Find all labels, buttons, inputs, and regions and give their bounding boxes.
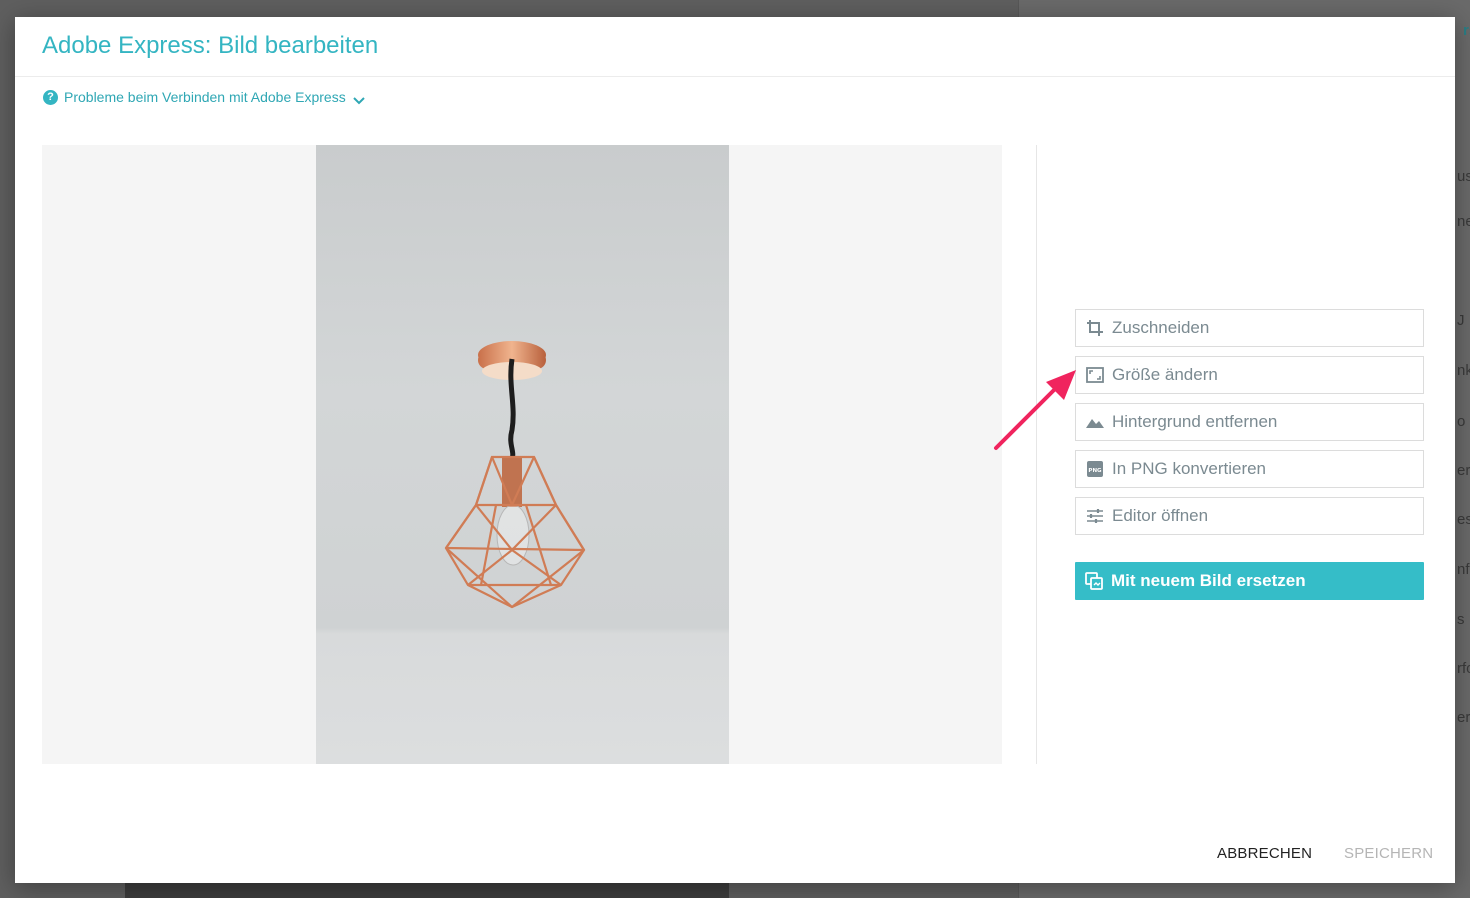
connection-help-link[interactable]: ? Probleme beim Verbinden mit Adobe Expr… bbox=[43, 89, 365, 105]
replace-image-icon bbox=[1084, 571, 1104, 591]
chevron-down-icon bbox=[353, 92, 365, 105]
bg-text-fragment: nk bbox=[1457, 362, 1470, 379]
open-editor-button[interactable]: Editor öffnen bbox=[1075, 497, 1424, 535]
dialog-header: Adobe Express: Bild bearbeiten bbox=[15, 17, 1455, 77]
bg-text-fragment: rfo bbox=[1457, 660, 1470, 677]
png-icon: PNG bbox=[1085, 459, 1105, 479]
background-panel bbox=[125, 883, 729, 898]
bg-text-fragment: o bbox=[1457, 413, 1466, 430]
replace-image-label: Mit neuem Bild ersetzen bbox=[1111, 571, 1306, 590]
image-preview bbox=[42, 145, 1002, 764]
open-editor-label: Editor öffnen bbox=[1112, 506, 1209, 525]
bg-text-fragment: es bbox=[1457, 511, 1470, 528]
dialog-title: Adobe Express: Bild bearbeiten bbox=[42, 32, 379, 59]
crop-label: Zuschneiden bbox=[1112, 318, 1210, 337]
convert-png-label: In PNG konvertieren bbox=[1112, 459, 1267, 478]
bg-text-fragment: us bbox=[1457, 168, 1470, 185]
cancel-button[interactable]: ABBRECHEN bbox=[1217, 845, 1312, 862]
question-icon: ? bbox=[43, 89, 58, 105]
remove-background-button[interactable]: Hintergrund entfernen bbox=[1075, 403, 1424, 441]
mountain-icon bbox=[1085, 412, 1105, 432]
crop-icon bbox=[1085, 318, 1105, 338]
remove-background-label: Hintergrund entfernen bbox=[1112, 412, 1278, 431]
save-button[interactable]: SPEICHERN bbox=[1344, 845, 1433, 862]
panel-divider bbox=[1036, 145, 1037, 764]
resize-icon bbox=[1085, 365, 1105, 385]
resize-label: Größe ändern bbox=[1112, 365, 1218, 384]
bg-text-fragment: J bbox=[1457, 312, 1465, 329]
svg-text:PNG: PNG bbox=[1088, 468, 1102, 474]
bg-text-fragment: rsi bbox=[1463, 22, 1470, 39]
pendant-lamp-illustration bbox=[444, 341, 586, 609]
bg-text-fragment: ne bbox=[1457, 213, 1470, 230]
bg-text-fragment: s bbox=[1457, 611, 1465, 628]
help-link-label: Probleme beim Verbinden mit Adobe Expres… bbox=[64, 89, 346, 105]
bg-text-fragment: ers bbox=[1457, 462, 1470, 479]
edit-image-dialog: Adobe Express: Bild bearbeiten ? Problem… bbox=[15, 17, 1455, 883]
resize-button[interactable]: Größe ändern bbox=[1075, 356, 1424, 394]
preview-image bbox=[316, 145, 729, 764]
crop-button[interactable]: Zuschneiden bbox=[1075, 309, 1424, 347]
convert-png-button[interactable]: PNG In PNG konvertieren bbox=[1075, 450, 1424, 488]
edit-actions: Zuschneiden Größe ändern Hintergrund ent… bbox=[1075, 309, 1424, 544]
replace-image-button[interactable]: Mit neuem Bild ersetzen bbox=[1075, 562, 1424, 600]
sliders-icon bbox=[1085, 506, 1105, 526]
bg-text-fragment: nfo bbox=[1457, 561, 1470, 578]
bg-text-fragment: er bbox=[1457, 709, 1470, 726]
